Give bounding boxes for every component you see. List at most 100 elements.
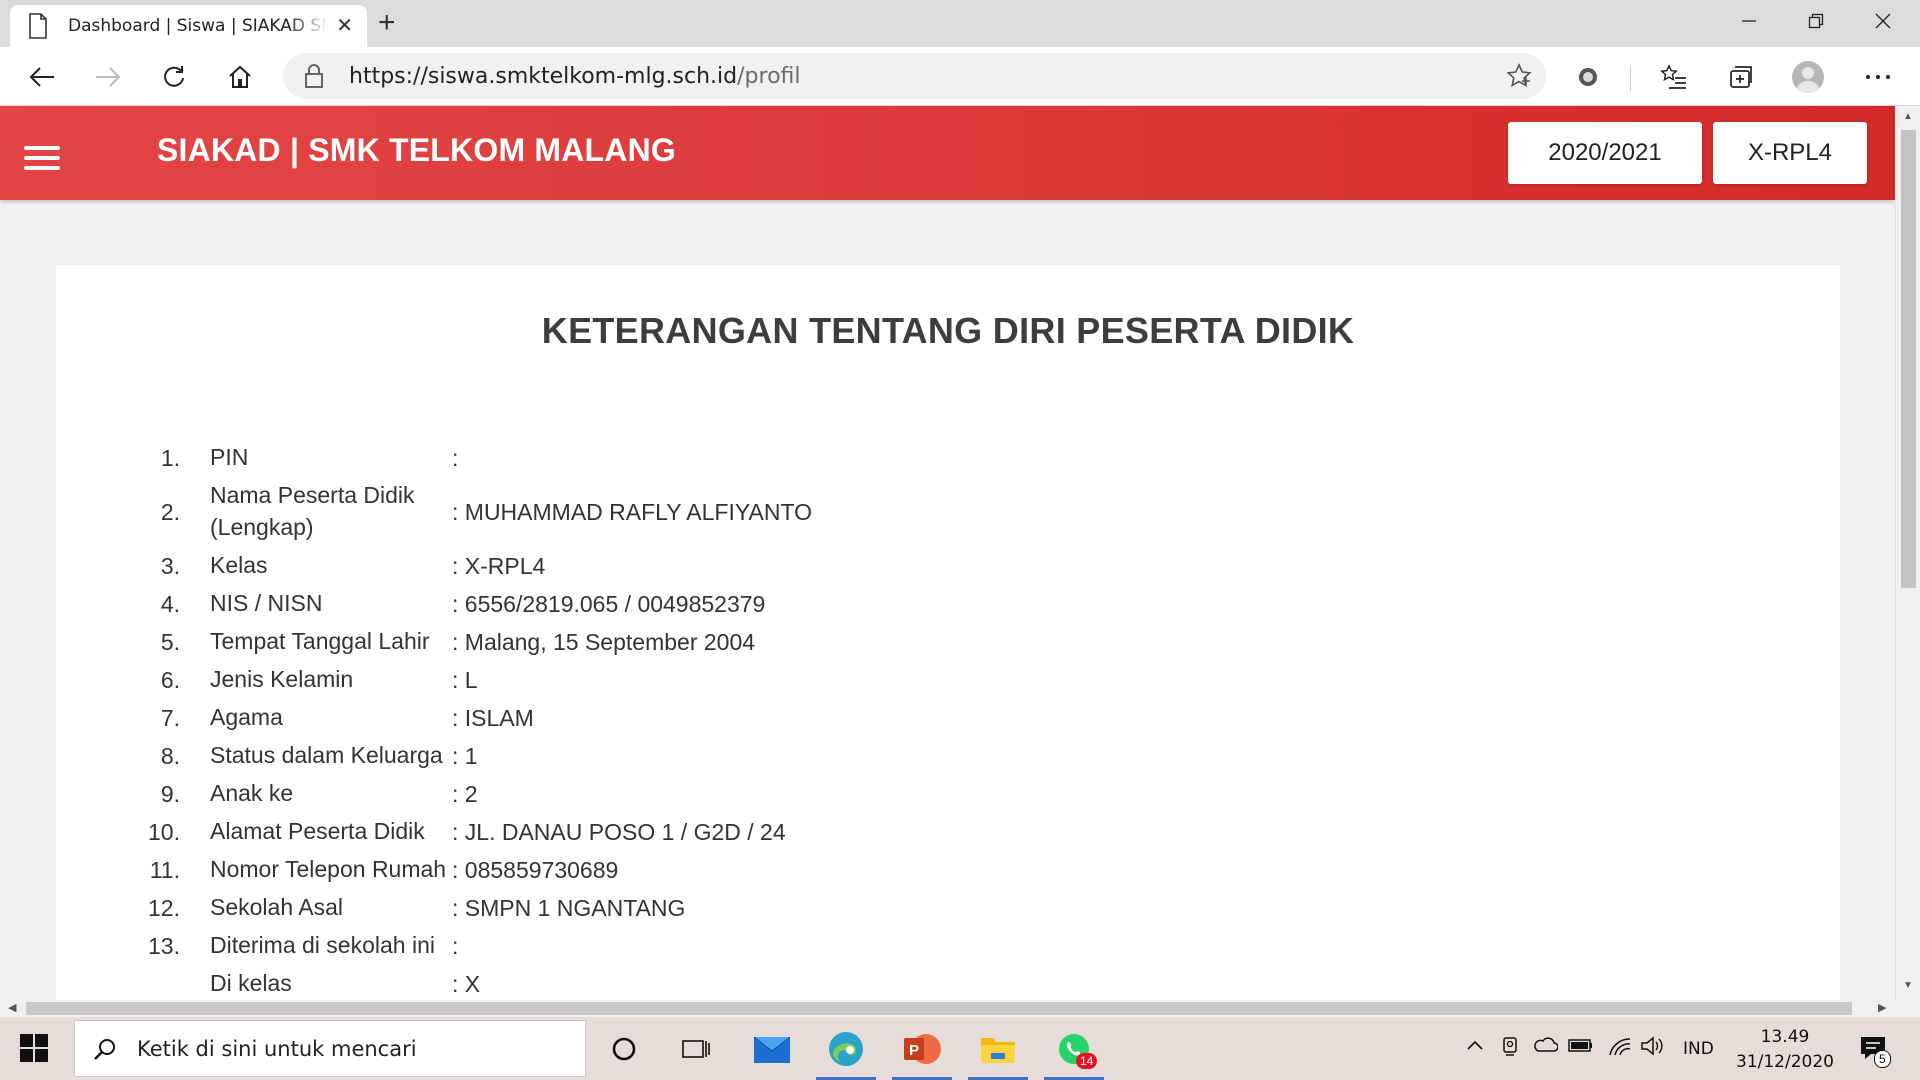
field-value: : ISLAM [452, 705, 534, 731]
field-value: : [452, 933, 459, 959]
clock-time: 13.49 [1760, 1027, 1810, 1047]
field-label: Kelas [210, 552, 268, 578]
tab-title: Dashboard | Siswa | SIAKAD SMK TELKOM MA… [68, 16, 328, 36]
row-number: 3. [160, 553, 180, 579]
clock-date: 31/12/2020 [1736, 1052, 1834, 1072]
search-placeholder: Ketik di sini untuk mencari [137, 1036, 417, 1061]
powerpoint-icon[interactable]: P [892, 1025, 952, 1080]
row-number: 8. [160, 743, 180, 769]
horizontal-scrollbar[interactable]: ◀ ▶ [0, 1000, 1895, 1017]
browser-tab[interactable]: Dashboard | Siswa | SIAKAD SMK TELKOM MA… [10, 5, 367, 47]
file-explorer-icon[interactable] [968, 1025, 1028, 1080]
mail-app-icon[interactable] [742, 1025, 802, 1073]
field-label: PIN [210, 444, 249, 470]
scroll-up-icon[interactable]: ▲ [1903, 111, 1913, 122]
notification-count-badge: 5 [1874, 1050, 1891, 1068]
row-number: 9. [160, 781, 180, 807]
scroll-down-icon[interactable]: ▼ [1903, 980, 1913, 991]
academic-year-button[interactable]: 2020/2021 [1508, 122, 1702, 184]
url-host: https://siswa.smktelkom-mlg.sch.id [349, 63, 738, 89]
field-label: Jenis Kelamin [210, 666, 354, 692]
avatar-icon [1792, 61, 1824, 93]
field-label: Alamat Peserta Didik [210, 818, 425, 844]
field-value: : JL. DANAU POSO 1 / G2D / 24 [452, 819, 786, 845]
profile-card: KETERANGAN TENTANG DIRI PESERTA DIDIK 1.… [56, 265, 1840, 1000]
brand-title[interactable]: SIAKAD | SMK TELKOM MALANG [157, 132, 676, 169]
window-close-icon[interactable] [1850, 0, 1916, 42]
action-center-icon[interactable]: 5 [1858, 1033, 1891, 1068]
row-number: 5. [160, 629, 180, 655]
field-value: : 1 [452, 743, 478, 769]
scroll-right-icon[interactable]: ▶ [1878, 1001, 1886, 1014]
app-header: SIAKAD | SMK TELKOM MALANG 2020/2021 X-R… [0, 106, 1895, 200]
back-icon[interactable] [22, 57, 62, 97]
url-text[interactable]: https://siswa.smktelkom-mlg.sch.id/profi… [349, 64, 801, 89]
field-value: : SMPN 1 NGANTANG [452, 895, 686, 921]
windows-start-icon[interactable] [20, 1034, 48, 1062]
page-title: KETERANGAN TENTANG DIRI PESERTA DIDIK [541, 310, 1355, 351]
scroll-left-icon[interactable]: ◀ [8, 1001, 16, 1014]
vertical-scrollbar[interactable]: ▲ ▼ [1895, 106, 1920, 1000]
collections-icon[interactable] [1722, 59, 1758, 95]
hamburger-menu-icon[interactable] [24, 146, 60, 170]
address-bar[interactable]: https://siswa.smktelkom-mlg.sch.id/profi… [283, 53, 1546, 99]
restore-icon[interactable] [1783, 0, 1849, 42]
field-label: Tempat Tanggal Lahir [210, 628, 430, 654]
meet-now-icon[interactable] [1500, 1035, 1522, 1062]
field-value: : L [452, 667, 478, 693]
whatsapp-badge: 14 [1076, 1053, 1098, 1069]
favorites-icon[interactable] [1656, 59, 1692, 95]
cortana-icon[interactable] [594, 1025, 654, 1073]
new-tab-button[interactable]: + [378, 8, 396, 38]
refresh-icon[interactable] [154, 57, 194, 97]
page-icon [29, 13, 47, 39]
battery-icon[interactable] [1568, 1035, 1594, 1060]
extension-icon[interactable] [1570, 59, 1606, 95]
language-indicator[interactable]: IND [1683, 1039, 1714, 1059]
tab-close-icon[interactable]: ✕ [336, 16, 353, 36]
favorite-star-icon[interactable] [1506, 63, 1532, 89]
show-hidden-icons-icon[interactable] [1465, 1035, 1485, 1060]
page-viewport: SIAKAD | SMK TELKOM MALANG 2020/2021 X-R… [0, 106, 1920, 1000]
edge-browser-icon[interactable] [816, 1025, 876, 1080]
field-value: : X-RPL4 [452, 553, 546, 579]
row-number: 1. [160, 445, 180, 471]
field-value: : MUHAMMAD RAFLY ALFIYANTO [452, 499, 812, 525]
windows-taskbar: Ketik di sini untuk mencari P 14 IND 13.… [0, 1017, 1920, 1080]
minimize-icon[interactable] [1716, 0, 1782, 42]
volume-icon[interactable] [1640, 1035, 1664, 1062]
field-value: : X [452, 971, 481, 997]
row-number: 12. [148, 895, 180, 921]
field-label: Agama [210, 704, 283, 730]
field-label: Nama Peserta Didik (Lengkap) [210, 482, 415, 540]
task-view-icon[interactable] [666, 1025, 726, 1073]
profile-avatar[interactable] [1790, 59, 1826, 95]
row-number: 4. [160, 591, 180, 617]
field-label: NIS / NISN [210, 590, 323, 616]
class-button[interactable]: X-RPL4 [1713, 122, 1867, 184]
search-icon [94, 1038, 115, 1060]
forward-icon[interactable] [88, 57, 128, 97]
field-value: : [452, 445, 459, 471]
more-options-icon[interactable] [1860, 59, 1896, 95]
field-value: : 2 [452, 781, 478, 807]
home-icon[interactable] [220, 57, 260, 97]
field-value: : 6556/2819.065 / 0049852379 [452, 591, 766, 617]
taskbar-search-box[interactable]: Ketik di sini untuk mencari [74, 1020, 586, 1077]
lock-icon[interactable] [303, 63, 325, 89]
whatsapp-icon[interactable]: 14 [1044, 1025, 1104, 1080]
onedrive-cloud-icon[interactable] [1532, 1035, 1559, 1060]
scrollbar-corner [1895, 1000, 1920, 1017]
vertical-scroll-thumb[interactable] [1901, 130, 1916, 588]
browser-toolbar: https://siswa.smktelkom-mlg.sch.id/profi… [0, 47, 1920, 106]
field-label: Anak ke [210, 780, 294, 806]
wifi-icon[interactable] [1608, 1035, 1632, 1062]
browser-titlebar: Dashboard | Siswa | SIAKAD SMK TELKOM MA… [0, 0, 1920, 47]
row-number: 7. [160, 705, 180, 731]
system-clock[interactable]: 13.49 31/12/2020 [1730, 1025, 1840, 1075]
svg-text:P: P [909, 1042, 919, 1059]
horizontal-scroll-thumb[interactable] [26, 1002, 1852, 1015]
field-label: Diterima di sekolah ini [210, 932, 435, 958]
row-number: 2. [160, 499, 180, 525]
url-path: /profil [737, 63, 801, 89]
